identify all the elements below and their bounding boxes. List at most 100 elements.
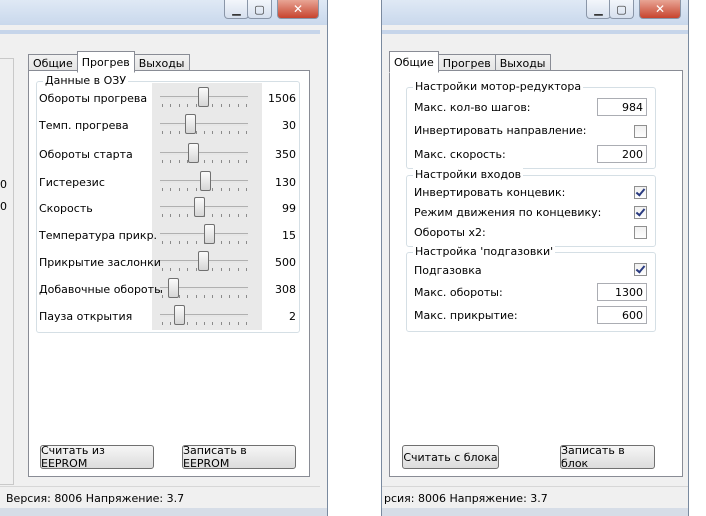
warmup-row-label: Обороты прогрева	[39, 92, 148, 105]
warmup-row-slider[interactable]	[156, 113, 252, 135]
slider-tick	[229, 104, 231, 107]
slider-thumb[interactable]	[193, 197, 205, 217]
slider-tick	[220, 268, 222, 271]
invert-endstop-checkbox[interactable]	[634, 186, 647, 199]
slider-thumb[interactable]	[167, 278, 179, 298]
slider-tick	[195, 104, 197, 107]
right-window: ▁ ▢ ✕ Общие Прогрев Выходы Настройки мот…	[381, 0, 689, 516]
rpm-x2-checkbox[interactable]	[634, 226, 647, 239]
left-side-panel	[0, 58, 14, 485]
slider-tick	[229, 322, 231, 325]
slider-tick	[212, 295, 214, 298]
invert-direction-label: Инвертировать направление:	[414, 124, 587, 137]
left-status-text: Версия: 8006 Напряжение: 3.7	[6, 491, 185, 505]
warmup-row-value: 500	[275, 256, 296, 269]
warmup-row-label: Добавочные обороты	[39, 283, 163, 296]
warmup-row-value: 30	[282, 119, 296, 132]
slider-thumb[interactable]	[187, 143, 199, 163]
slider-tick	[237, 214, 239, 217]
right-tab-strip: Общие Прогрев Выходы	[389, 51, 551, 73]
left-minimize-button[interactable]: ▁	[224, 0, 249, 19]
max-steps-input[interactable]: 984	[597, 98, 647, 116]
slider-tick	[178, 241, 180, 244]
slider-tick	[204, 131, 205, 134]
choke-checkbox[interactable]	[634, 263, 647, 276]
slider-tick	[237, 322, 239, 325]
write-to-unit-button[interactable]: Записать в блок	[560, 444, 655, 470]
slider-tick	[246, 214, 247, 217]
slider-tick	[220, 188, 222, 191]
warmup-row-slider[interactable]	[156, 142, 252, 164]
motor-settings-title: Настройки мотор-редуктора	[413, 80, 584, 93]
read-from-unit-button[interactable]: Считать с блока	[402, 445, 499, 469]
right-minimize-button[interactable]: ▁	[586, 0, 611, 19]
slider-tick	[162, 188, 163, 191]
slider-thumb[interactable]	[203, 224, 215, 244]
warmup-row-slider[interactable]	[156, 304, 252, 326]
warmup-row-slider[interactable]	[156, 223, 252, 245]
slider-thumb[interactable]	[199, 171, 211, 191]
slider-tick	[162, 268, 163, 271]
right-close-button[interactable]: ✕	[639, 0, 681, 19]
left-tab-strip: Общие Прогрев Выходы	[28, 51, 190, 73]
tab-warmup[interactable]: Прогрев	[76, 51, 135, 73]
invert-direction-checkbox[interactable]	[634, 125, 647, 138]
max-speed-input[interactable]: 200	[597, 145, 647, 163]
slider-tick	[170, 104, 172, 107]
slider-tick	[237, 160, 239, 163]
slider-tick	[187, 322, 189, 325]
right-status-bar: рсия: 8006 Напряжение: 3.7	[382, 486, 688, 509]
warmup-row-slider[interactable]	[156, 277, 252, 299]
slider-tick	[187, 104, 189, 107]
slider-tick	[229, 268, 231, 271]
slider-thumb[interactable]	[174, 305, 186, 325]
left-close-button[interactable]: ✕	[277, 0, 319, 19]
warmup-row-slider[interactable]	[156, 86, 252, 108]
slider-tick	[246, 241, 247, 244]
left-maximize-button[interactable]: ▢	[247, 0, 272, 19]
slider-tick	[220, 160, 222, 163]
slider-tick	[237, 188, 239, 191]
warmup-row-value: 308	[275, 283, 296, 296]
slider-tick	[162, 322, 163, 325]
rpm-x2-label: Обороты x2:	[414, 226, 486, 239]
warmup-row-value: 350	[275, 148, 296, 161]
write-eeprom-button[interactable]: Записать в EEPROM	[182, 444, 296, 470]
warmup-row-slider[interactable]	[156, 250, 252, 272]
slider-thumb[interactable]	[185, 114, 197, 134]
slider-tick	[178, 268, 180, 271]
endstop-mode-checkbox[interactable]	[634, 206, 647, 219]
warmup-row-slider[interactable]	[156, 196, 252, 218]
slider-tick	[229, 188, 231, 191]
slider-tick	[212, 322, 214, 325]
slider-tick	[195, 268, 197, 271]
slider-tick	[178, 160, 180, 163]
max-rpm-input[interactable]: 1300	[597, 283, 647, 301]
slider-tick	[220, 214, 222, 217]
slider-track	[160, 314, 248, 317]
slider-tick	[212, 131, 214, 134]
tab-general[interactable]: Общие	[389, 51, 439, 73]
slider-tick	[246, 188, 247, 191]
read-eeprom-button[interactable]: Считать из EEPROM	[40, 444, 154, 470]
right-status-text: рсия: 8006 Напряжение: 3.7	[384, 491, 548, 505]
max-close-input[interactable]: 600	[597, 306, 647, 324]
slider-tick	[187, 188, 189, 191]
slider-tick	[246, 160, 247, 163]
right-maximize-button[interactable]: ▢	[609, 0, 634, 19]
slider-tick	[187, 268, 189, 271]
warmup-row-slider[interactable]	[156, 170, 252, 192]
left-bottom-border	[0, 508, 327, 516]
side-value-2: 0	[0, 200, 7, 213]
slider-tick	[162, 160, 163, 163]
endstop-mode-label: Режим движения по концевику:	[414, 206, 602, 219]
slider-thumb[interactable]	[198, 251, 209, 271]
slider-tick	[178, 104, 180, 107]
warmup-row-value: 15	[282, 229, 296, 242]
side-value-1: 0	[0, 178, 7, 191]
slider-thumb[interactable]	[198, 87, 209, 107]
slider-tick	[170, 188, 172, 191]
warmup-row-value: 1506	[268, 92, 296, 105]
slider-tick	[220, 322, 222, 325]
slider-tick	[212, 160, 214, 163]
